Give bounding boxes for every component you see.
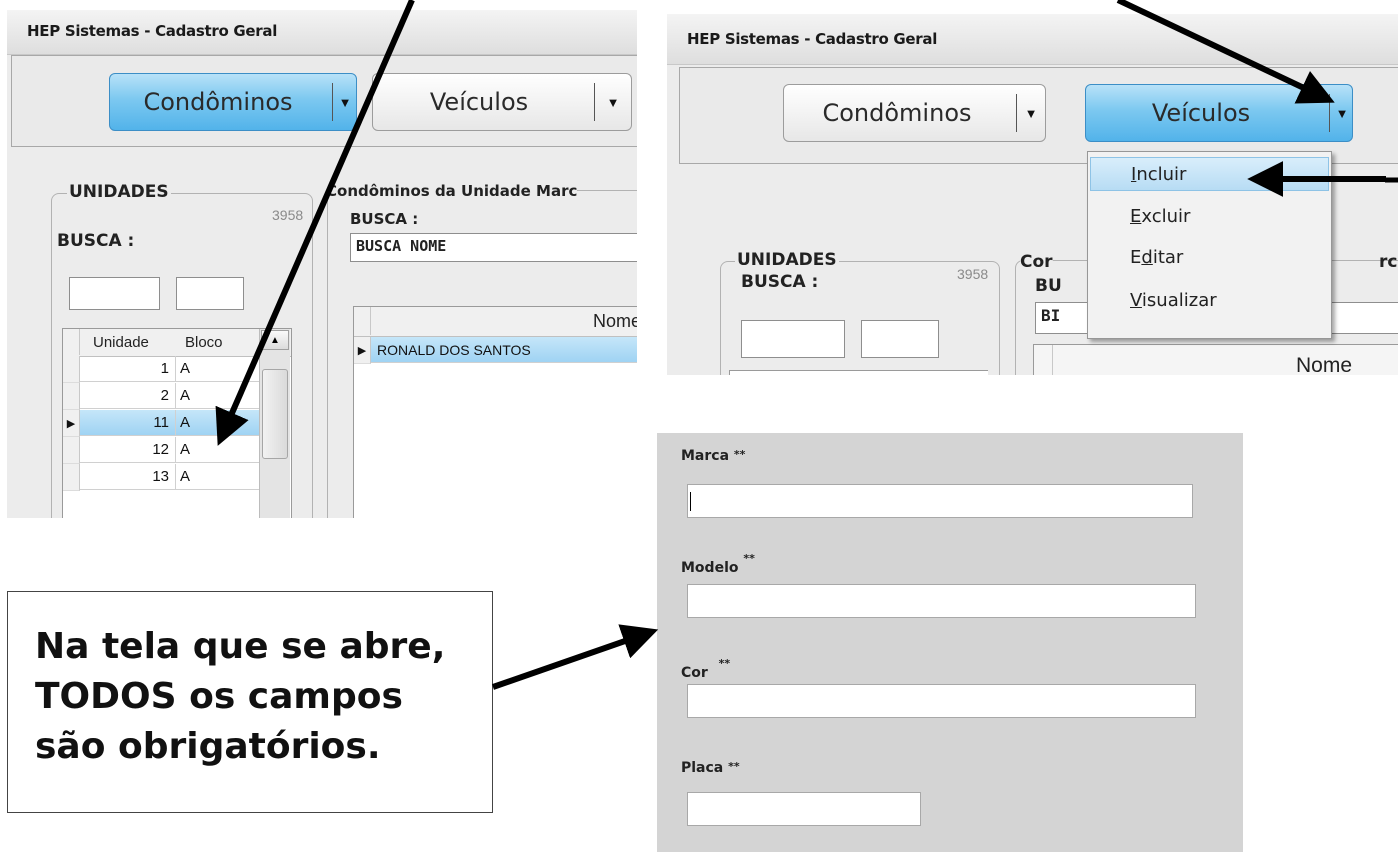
condominos-grid-header: Nome <box>354 307 637 337</box>
instruction-callout: Na tela que se abre, TODOS os campos são… <box>7 591 493 813</box>
table-row[interactable]: ▶ 11 A <box>63 410 291 437</box>
table-row[interactable]: 13 A <box>63 464 291 491</box>
busca-label: BUSCA : <box>741 272 819 292</box>
left-window-screenshot: HEP Sistemas - Cadastro Geral Condôminos… <box>7 10 637 518</box>
unidade-search-input[interactable] <box>69 277 160 310</box>
marca-field[interactable] <box>687 484 1193 518</box>
modelo-field[interactable] <box>687 584 1196 618</box>
unidade-search-input[interactable] <box>741 320 845 358</box>
cor-field[interactable] <box>687 684 1196 718</box>
column-header-nome[interactable]: Nome <box>1296 354 1352 375</box>
bloco-search-input[interactable] <box>176 277 244 310</box>
chevron-down-icon[interactable]: ▼ <box>1017 85 1045 141</box>
unidade-cell: 11 <box>80 410 176 436</box>
grid-top-edge <box>729 370 988 375</box>
menu-item-editar[interactable]: Editar <box>1090 241 1329 275</box>
cor-label: Cor ** <box>681 657 731 681</box>
unidades-count: 3958 <box>272 207 304 223</box>
condominos-button-label: Condôminos <box>143 88 293 116</box>
bloco-cell: A <box>176 464 259 490</box>
unidade-cell: 1 <box>80 356 176 382</box>
right-window-title: HEP Sistemas - Cadastro Geral <box>687 30 938 48</box>
table-row[interactable]: 2A <box>63 383 291 410</box>
veiculos-button-label: Veículos <box>429 88 529 116</box>
unidades-grid: Unidade Bloco 1 A 2 A ▶ 11 A 12 A 13 A ▲ <box>62 328 292 518</box>
busca-label: BUSCA : <box>57 231 135 251</box>
unidades-scrollbar[interactable]: ▲ <box>259 329 290 518</box>
table-row[interactable]: 1A <box>63 356 291 383</box>
veiculos-dropdown-menu: Incluir Excluir Editar Visualizar <box>1087 151 1332 339</box>
unidades-grid-header: Unidade Bloco <box>63 329 291 357</box>
condominos-busca-label: BUSCA : <box>350 210 419 228</box>
text-cursor <box>690 492 691 511</box>
column-header-bloco[interactable]: Bloco <box>185 334 223 351</box>
unidade-cell: 2 <box>80 383 176 409</box>
left-window-title: HEP Sistemas - Cadastro Geral <box>27 22 278 40</box>
table-row[interactable]: ▶ RONALD DOS SANTOS <box>354 337 637 364</box>
condominos-grid: Nome <box>1033 344 1398 375</box>
placa-label: Placa ** <box>681 760 740 776</box>
veiculos-split-button[interactable]: Veículos ▼ <box>1085 84 1353 142</box>
bloco-cell: A <box>176 437 259 463</box>
left-title-bar: HEP Sistemas - Cadastro Geral <box>7 10 637 55</box>
menu-item-excluir[interactable]: Excluir <box>1090 200 1329 234</box>
row-pointer-icon: ▶ <box>354 337 371 364</box>
unidades-title: UNIDADES <box>735 250 839 270</box>
condominos-grid-header: Nome <box>1034 345 1398 375</box>
marca-label: Marca ** <box>681 448 746 464</box>
unidade-cell: 13 <box>80 464 176 490</box>
placa-field[interactable] <box>687 792 921 826</box>
condominos-title-fragment: Cor <box>1020 252 1053 272</box>
scroll-up-icon[interactable]: ▲ <box>261 330 289 350</box>
chevron-down-icon[interactable]: ▼ <box>1330 85 1354 141</box>
table-row[interactable]: 12 A <box>63 437 291 464</box>
column-header-nome[interactable]: Nome <box>593 311 637 332</box>
right-window-screenshot: HEP Sistemas - Cadastro Geral Condôminos… <box>667 14 1398 375</box>
right-title-bar: HEP Sistemas - Cadastro Geral <box>667 14 1398 65</box>
veiculos-split-button[interactable]: Veículos ▼ <box>372 73 632 131</box>
condominos-busca-fragment: BU <box>1035 276 1062 296</box>
condominos-button-label: Condôminos <box>822 99 972 127</box>
modelo-label: Modelo ** <box>681 552 755 576</box>
busca-nome-input[interactable]: BUSCA NOME <box>350 233 637 262</box>
column-header-unidade[interactable]: Unidade <box>93 334 149 351</box>
condominos-title-tail: rc <box>1379 252 1398 272</box>
condominos-title: Condôminos da Unidade Marc <box>326 182 578 200</box>
row-indicator <box>63 356 80 383</box>
unidade-cell: 12 <box>80 437 176 463</box>
menu-item-visualizar[interactable]: Visualizar <box>1090 284 1329 318</box>
chevron-down-icon[interactable]: ▼ <box>595 74 631 130</box>
row-pointer-icon: ▶ <box>63 410 80 437</box>
callout-text: Na tela que se abre, TODOS os campos são… <box>35 626 446 767</box>
row-indicator <box>63 437 80 464</box>
veiculos-button-label: Veículos <box>1151 99 1251 127</box>
vehicle-form-panel: Marca ** Modelo ** Cor ** Placa ** <box>657 433 1243 852</box>
chevron-down-icon[interactable]: ▼ <box>333 74 357 130</box>
condominos-grid: Nome ▶ RONALD DOS SANTOS <box>353 306 637 518</box>
condomino-name: RONALD DOS SANTOS <box>371 337 637 363</box>
arrow-from-callout <box>492 624 659 690</box>
bloco-cell: A <box>176 383 259 409</box>
unidades-title: UNIDADES <box>67 182 171 202</box>
condominos-split-button[interactable]: Condôminos ▼ <box>109 73 357 131</box>
bloco-cell: A <box>176 356 259 382</box>
bloco-cell: A <box>176 410 259 436</box>
row-indicator <box>63 383 80 410</box>
bloco-search-input[interactable] <box>861 320 939 358</box>
condominos-split-button[interactable]: Condôminos ▼ <box>783 84 1046 142</box>
scroll-thumb[interactable] <box>262 369 288 459</box>
row-indicator <box>63 464 80 491</box>
menu-item-incluir[interactable]: Incluir <box>1090 157 1329 191</box>
unidades-count: 3958 <box>957 266 989 282</box>
